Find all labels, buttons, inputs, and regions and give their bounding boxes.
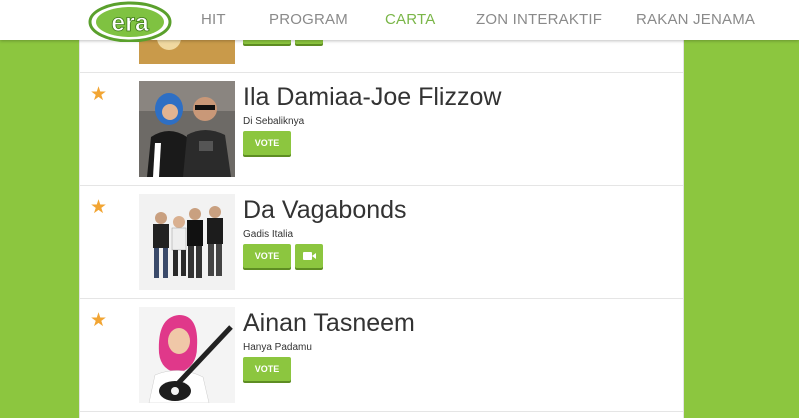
nav-hit[interactable]: HIT [201,11,226,28]
chart-entry: ★ Da Vagabonds Gadis Italia VOTE [80,186,683,299]
video-button[interactable] [295,244,323,268]
nav-rakan-jenama[interactable]: RAKAN JENAMA [636,11,755,28]
star-icon: ★ [90,310,108,331]
nav-zon-interaktif[interactable]: ZON INTERAKTIF [476,11,602,28]
nav-program[interactable]: PROGRAM [269,11,348,28]
star-icon: ★ [90,197,108,218]
star-icon: ★ [90,84,108,105]
artist-photo [139,307,235,403]
chart-list: VOTE ★ Ila Damiaa-Joe Fliz [79,0,684,418]
vote-button[interactable]: VOTE [243,244,291,268]
artist-name[interactable]: Ainan Tasneem [243,309,415,338]
song-title: Gadis Italia [243,229,294,240]
song-title: Hanya Padamu [243,342,312,353]
song-title: Di Sebaliknya [243,116,305,127]
nav-carta[interactable]: CARTA [385,11,435,28]
artist-name[interactable]: Ila Damiaa-Joe Flizzow [243,83,501,112]
artist-name[interactable]: Da Vagabonds [243,196,407,225]
vote-button[interactable]: VOTE [243,131,291,155]
era-logo[interactable]: era [88,0,172,43]
artist-photo [139,81,235,177]
vote-button[interactable]: VOTE [243,357,291,381]
artist-photo [139,194,235,290]
chart-entry: ★ Ila Damiaa-Joe Flizzow Di Sebaliknya V… [80,73,683,186]
top-navbar: era HIT PROGRAM CARTA ZON INTERAKTIF RAK… [0,0,799,43]
chart-entry: ★ Ainan Tasneem Hanya Padamu VOTE [80,299,683,412]
svg-text:era: era [111,9,150,37]
video-camera-icon [303,252,316,260]
